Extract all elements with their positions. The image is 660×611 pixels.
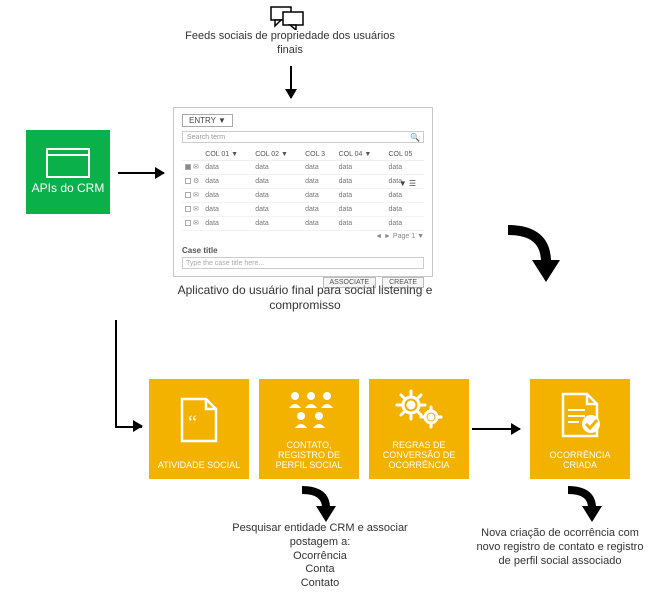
api-box: APIs do CRM [26, 130, 110, 214]
case-title-input[interactable]: Type the case title here... [182, 257, 424, 269]
table-row[interactable]: ✉datadatadatadatadata [182, 161, 424, 175]
table-filter-icons[interactable]: ▼ ☰ [399, 179, 416, 188]
search-placeholder: Search term [183, 134, 225, 141]
case-title-label: Case title [182, 246, 424, 255]
gears-icon [391, 379, 447, 441]
arrow-under-case [562, 484, 606, 527]
table-row[interactable]: ✉datadatadatadatadata [182, 203, 424, 217]
footnote-line: Conta [220, 563, 420, 577]
box-label: REGRAS DE CONVERSÃO DE OCORRÊNCIA [369, 441, 469, 471]
document-check-icon [555, 379, 605, 451]
box-case-created: OCORRÊNCIA CRIADA [530, 379, 630, 479]
pager[interactable]: ◄ ► Page 1 ▼ [182, 233, 424, 240]
arrow-feeds-to-app [290, 66, 292, 98]
col-header[interactable]: COL 04 ▼ [336, 149, 386, 161]
arrow-rules-to-case [472, 428, 520, 430]
box-contact-profile: CONTATO, REGISTRO DE PERFIL SOCIAL [259, 379, 359, 479]
box-label: CONTATO, REGISTRO DE PERFIL SOCIAL [259, 441, 359, 471]
arrow-api-to-app [118, 172, 164, 174]
app-caption: Aplicativo do usuário final para social … [160, 283, 450, 313]
box-conversion-rules: REGRAS DE CONVERSÃO DE OCORRÊNCIA [369, 379, 469, 479]
elbow-connector [115, 320, 142, 428]
browser-window-icon [46, 148, 90, 178]
footnote-line: Pesquisar entidade CRM e associar postag… [220, 522, 420, 550]
col-header[interactable]: COL 05 [385, 149, 424, 161]
col-header[interactable]: COL 02 ▼ [252, 149, 302, 161]
footnote-search-entity: Pesquisar entidade CRM e associar postag… [220, 522, 420, 591]
chat-bubbles-icon [270, 6, 304, 33]
footnote-line: Contato [220, 577, 420, 591]
col-header[interactable]: COL 3 [302, 149, 335, 161]
arrow-under-contact [296, 484, 340, 527]
box-label: ATIVIDADE SOCIAL [154, 461, 244, 471]
app-window: ENTRY ▼ Search term 🔍 COL 01 ▼ COL 02 ▼ … [173, 107, 433, 277]
table-header-row: COL 01 ▼ COL 02 ▼ COL 3 COL 04 ▼ COL 05 [182, 149, 424, 161]
search-input[interactable]: Search term 🔍 [182, 131, 424, 143]
data-table: COL 01 ▼ COL 02 ▼ COL 3 COL 04 ▼ COL 05 … [182, 149, 424, 231]
box-label: OCORRÊNCIA CRIADA [530, 451, 630, 471]
arrow-app-to-flow [500, 218, 570, 291]
api-box-label: APIs do CRM [32, 182, 105, 196]
col-header[interactable]: COL 01 ▼ [202, 149, 252, 161]
table-row[interactable]: ✉datadatadatadatadata [182, 217, 424, 231]
table-row[interactable]: ✉datadatadatadatadata [182, 189, 424, 203]
svg-text:“: “ [188, 412, 197, 434]
people-group-icon [281, 379, 337, 441]
document-quote-icon: “ [176, 379, 222, 461]
entry-dropdown[interactable]: ENTRY ▼ [182, 114, 233, 127]
table-row[interactable]: ⚙datadatadatadatadata [182, 175, 424, 189]
box-social-activity: “ ATIVIDADE SOCIAL [149, 379, 249, 479]
feeds-caption: Feeds sociais de propriedade dos usuário… [180, 30, 400, 58]
search-icon: 🔍 [410, 133, 420, 142]
footnote-new-case: Nova criação de ocorrência com novo regi… [470, 527, 650, 568]
footnote-line: Ocorrência [220, 550, 420, 564]
